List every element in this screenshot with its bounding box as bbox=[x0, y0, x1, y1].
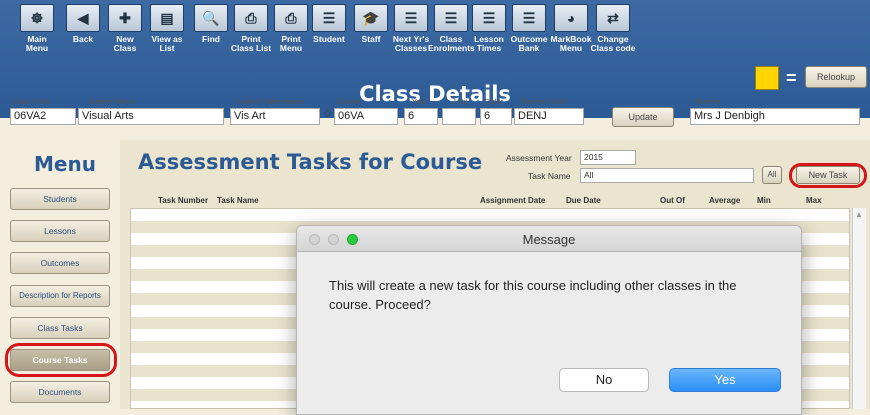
col-average: Average bbox=[709, 196, 741, 205]
task-name-field[interactable]: All bbox=[580, 168, 754, 183]
new-class-icon: ✚ bbox=[108, 4, 142, 32]
yellow-square-icon[interactable] bbox=[755, 66, 779, 90]
toolbar-student-button[interactable]: ☰ Student bbox=[306, 4, 352, 44]
change-code-icon: ⇄ bbox=[596, 4, 630, 32]
menu-icon: ☸ bbox=[20, 4, 54, 32]
message-dialog: Message This will create a new task for … bbox=[296, 225, 802, 415]
new-task-highlight-ring bbox=[789, 163, 867, 188]
toolbar-label: Student bbox=[313, 34, 345, 44]
yes-button[interactable]: Yes bbox=[669, 368, 781, 392]
sidebar-item-class-tasks[interactable]: Class Tasks bbox=[10, 317, 110, 339]
assessment-year-label: Assessment Year bbox=[506, 153, 572, 163]
outcome-bank-icon: ☰ bbox=[512, 4, 546, 32]
class-code-label: Class Code bbox=[12, 97, 51, 106]
toolbar-label: Change Class code bbox=[590, 34, 636, 53]
list-scrollbar[interactable] bbox=[852, 208, 866, 409]
sidebar-item-description-for-reports[interactable]: Description for Reports bbox=[10, 285, 110, 307]
scroll-up-icon[interactable]: ▲ bbox=[855, 210, 863, 219]
toolbar-label: MarkBook Menu bbox=[550, 34, 592, 53]
equals-icon[interactable]: = bbox=[786, 69, 797, 87]
col-task-name: Task Name bbox=[217, 196, 259, 205]
subject-name-field[interactable]: Visual Arts bbox=[78, 108, 224, 125]
toolbar-menu-button[interactable]: ☸ Main Menu bbox=[14, 4, 60, 53]
teacher-code-label: Teacher Code bbox=[520, 97, 567, 106]
no-button[interactable]: No bbox=[559, 368, 649, 392]
col-max: Max bbox=[806, 196, 822, 205]
task-name-label: Task Name bbox=[528, 171, 571, 181]
toolbar-new-class-button[interactable]: ✚ New Class bbox=[102, 4, 148, 53]
next-year-icon: ☰ bbox=[394, 4, 428, 32]
toolbar-label: Main Menu bbox=[25, 34, 49, 53]
toolbar-markbook-button[interactable]: ◕ MarkBook Menu bbox=[548, 4, 594, 53]
subject-name-label: Subject Name bbox=[88, 97, 136, 106]
print-icon: ⎙ bbox=[234, 4, 268, 32]
toolbar-outcome-bank-button[interactable]: ☰ Outcome Bank bbox=[506, 4, 552, 53]
dialog-message: This will create a new task for this cou… bbox=[329, 278, 737, 312]
course-picker-icon[interactable]: ◇ bbox=[324, 108, 331, 119]
toolbar-label: Outcome Bank bbox=[510, 34, 548, 53]
list-icon: ▤ bbox=[150, 4, 184, 32]
update-button[interactable]: Update bbox=[612, 107, 674, 127]
all-button[interactable]: All bbox=[762, 166, 782, 184]
graduation-cap-icon: 🎓 bbox=[354, 4, 388, 32]
course-field[interactable]: 06VA bbox=[334, 108, 398, 125]
sidebar-item-documents[interactable]: Documents bbox=[10, 381, 110, 403]
sidebar-item-outcomes[interactable]: Outcomes bbox=[10, 252, 110, 274]
panel-title: Assessment Tasks for Course bbox=[138, 150, 483, 174]
class-fields-row: Class Code 06VA2 Subject Name Visual Art… bbox=[0, 94, 870, 134]
class-code-field[interactable]: 06VA2 bbox=[10, 108, 76, 125]
toolbar-list-button[interactable]: ▤ View as List bbox=[144, 4, 190, 53]
year-label: Year bbox=[412, 97, 428, 106]
sidebar-item-lessons[interactable]: Lessons bbox=[10, 220, 110, 242]
lesson-times-icon: ☰ bbox=[472, 4, 506, 32]
back-icon: ◀ bbox=[66, 4, 100, 32]
unit-label: Unit bbox=[454, 97, 468, 106]
markbook-icon: ◕ bbox=[554, 4, 588, 32]
subject-abbrev-label: Subject Abbreviation bbox=[236, 97, 305, 106]
order-label: Order bbox=[484, 97, 504, 106]
student-icon: ☰ bbox=[312, 4, 346, 32]
dialog-titlebar: Message bbox=[297, 226, 801, 252]
order-field[interactable]: 6 bbox=[480, 108, 512, 125]
teacher-label: Teacher bbox=[694, 97, 721, 106]
col-out-of: Out Of bbox=[660, 196, 685, 205]
year-field[interactable]: 6 bbox=[404, 108, 438, 125]
highlight-ring bbox=[5, 343, 117, 377]
col-task-number: Task Number bbox=[158, 196, 209, 205]
teacher-code-field[interactable]: DENJ bbox=[514, 108, 584, 125]
dialog-title: Message bbox=[522, 232, 576, 247]
subject-abbrev-field[interactable]: Vis Art bbox=[230, 108, 320, 125]
course-label: Course bbox=[336, 97, 361, 106]
col-assignment-date: Assignment Date bbox=[480, 196, 546, 205]
print-menu-icon: ⎙ bbox=[274, 4, 308, 32]
col-due-date: Due Date bbox=[566, 196, 601, 205]
teacher-field[interactable]: Mrs J Denbigh bbox=[690, 108, 860, 125]
relookup-button[interactable]: Relookup bbox=[805, 66, 867, 88]
toolbar-change-code-button[interactable]: ⇄ Change Class code bbox=[590, 4, 636, 53]
menu-title: Menu bbox=[34, 152, 96, 176]
toolbar-back-button[interactable]: ◀ Back bbox=[60, 4, 106, 44]
enrolments-icon: ☰ bbox=[434, 4, 468, 32]
toolbar-label: Back bbox=[72, 34, 94, 44]
search-icon: 🔍 bbox=[194, 4, 228, 32]
unit-field[interactable] bbox=[442, 108, 476, 125]
toolbar-label: New Class bbox=[113, 34, 137, 53]
col-min: Min bbox=[757, 196, 771, 205]
sidebar-item-students[interactable]: Students bbox=[10, 188, 110, 210]
toolbar-label: View as List bbox=[151, 34, 183, 53]
assessment-year-field[interactable]: 2015 bbox=[580, 150, 636, 165]
